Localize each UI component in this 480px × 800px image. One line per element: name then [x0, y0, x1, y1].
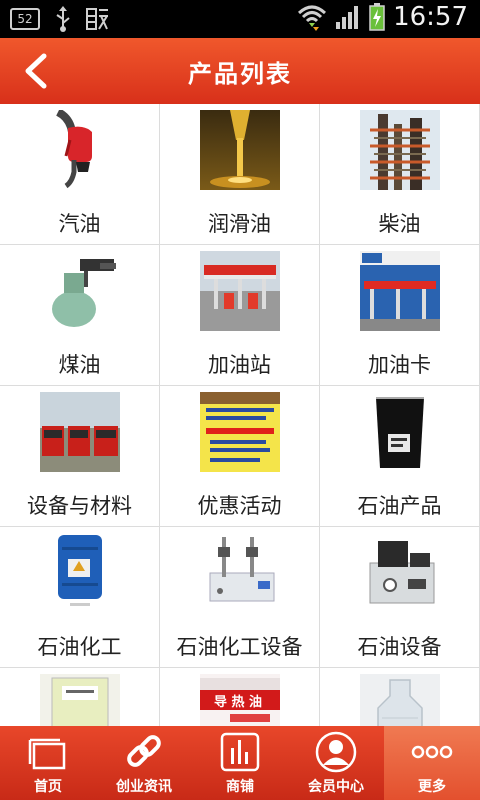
- title-bar: 产品列表: [0, 38, 480, 104]
- refinery-tower-icon: [360, 110, 440, 190]
- usb-icon: [56, 6, 70, 32]
- product-grid: 汽油 润滑油 柴油 煤油 加油站 加油卡 设备与材料 优惠活动 石油产品 石油化…: [0, 104, 480, 726]
- tab-shop[interactable]: 商铺: [192, 726, 288, 800]
- tab-news[interactable]: 创业资讯: [96, 726, 192, 800]
- tab-more-label: 更多: [418, 779, 446, 795]
- glass-bottle-icon: [360, 674, 440, 726]
- tab-news-label: 创业资讯: [116, 779, 172, 795]
- kerosene-torch-icon: [40, 251, 120, 331]
- product-item[interactable]: 导 热 油: [160, 668, 320, 726]
- home-window-icon: [28, 738, 66, 770]
- debug-icon: [86, 8, 108, 30]
- product-label: 优惠活动: [197, 494, 282, 518]
- product-item[interactable]: 汽油: [0, 104, 160, 245]
- product-item[interactable]: 设备与材料: [0, 386, 160, 527]
- product-item[interactable]: 柴油: [320, 104, 480, 245]
- product-item[interactable]: 石油化工设备: [160, 527, 320, 668]
- product-label: 石油化工: [37, 635, 122, 659]
- test-machine-icon: [360, 533, 440, 613]
- user-icon: [315, 731, 357, 773]
- product-item[interactable]: 石油设备: [320, 527, 480, 668]
- chemical-drum-icon: [40, 533, 120, 613]
- gas-station-icon: [200, 251, 280, 331]
- fuel-card-station-icon: [360, 251, 440, 331]
- svg-text:导 热 油: 导 热 油: [214, 694, 262, 710]
- chain-link-icon: [127, 735, 161, 767]
- product-label: 煤油: [58, 353, 101, 377]
- tab-home-label: 首页: [34, 779, 62, 795]
- product-item[interactable]: 加油卡: [320, 245, 480, 386]
- tab-shop-label: 商铺: [226, 779, 254, 795]
- wifi-icon: [298, 5, 327, 31]
- product-label: 润滑油: [208, 212, 271, 236]
- bottom-tab-bar: 首页 创业资讯 商铺 会员中心 更多: [0, 726, 480, 800]
- oil-beaker-icon: [360, 392, 440, 472]
- lab-apparatus-icon: [200, 533, 280, 613]
- product-label: 石油化工设备: [176, 635, 303, 659]
- battery-charging-icon: [369, 3, 385, 31]
- promotion-poster-icon: [200, 392, 280, 472]
- product-item[interactable]: [320, 668, 480, 726]
- lubricant-pour-icon: [200, 110, 280, 190]
- product-item[interactable]: 石油化工: [0, 527, 160, 668]
- fuel-nozzle-icon: [40, 110, 120, 190]
- fire-trucks-icon: [40, 392, 120, 472]
- product-label: 加油卡: [368, 353, 431, 377]
- more-dots-icon: [411, 745, 453, 759]
- product-item[interactable]: 加油站: [160, 245, 320, 386]
- product-label: 石油产品: [357, 494, 442, 518]
- product-label: 加油站: [208, 353, 271, 377]
- tab-member[interactable]: 会员中心: [288, 726, 384, 800]
- tab-more[interactable]: 更多: [384, 726, 480, 800]
- product-label: 石油设备: [357, 635, 442, 659]
- signal-icon: [336, 6, 359, 29]
- sample-bottle-icon: [40, 674, 120, 726]
- notification-count-badge: 52: [10, 8, 40, 30]
- product-item[interactable]: 润滑油: [160, 104, 320, 245]
- product-item[interactable]: 优惠活动: [160, 386, 320, 527]
- product-label: 设备与材料: [27, 494, 132, 518]
- page-title: 产品列表: [188, 60, 292, 88]
- tab-member-label: 会员中心: [308, 779, 364, 795]
- product-label: 汽油: [58, 212, 101, 236]
- clock: 16:57: [393, 2, 468, 32]
- bar-chart-icon: [220, 732, 260, 772]
- product-label: 柴油: [378, 212, 421, 236]
- product-item[interactable]: [0, 668, 160, 726]
- status-bar: 52 16:57: [0, 0, 480, 38]
- heat-oil-drum-icon: 导 热 油: [200, 674, 280, 726]
- product-item[interactable]: 煤油: [0, 245, 160, 386]
- product-item[interactable]: 石油产品: [320, 386, 480, 527]
- tab-home[interactable]: 首页: [0, 726, 96, 800]
